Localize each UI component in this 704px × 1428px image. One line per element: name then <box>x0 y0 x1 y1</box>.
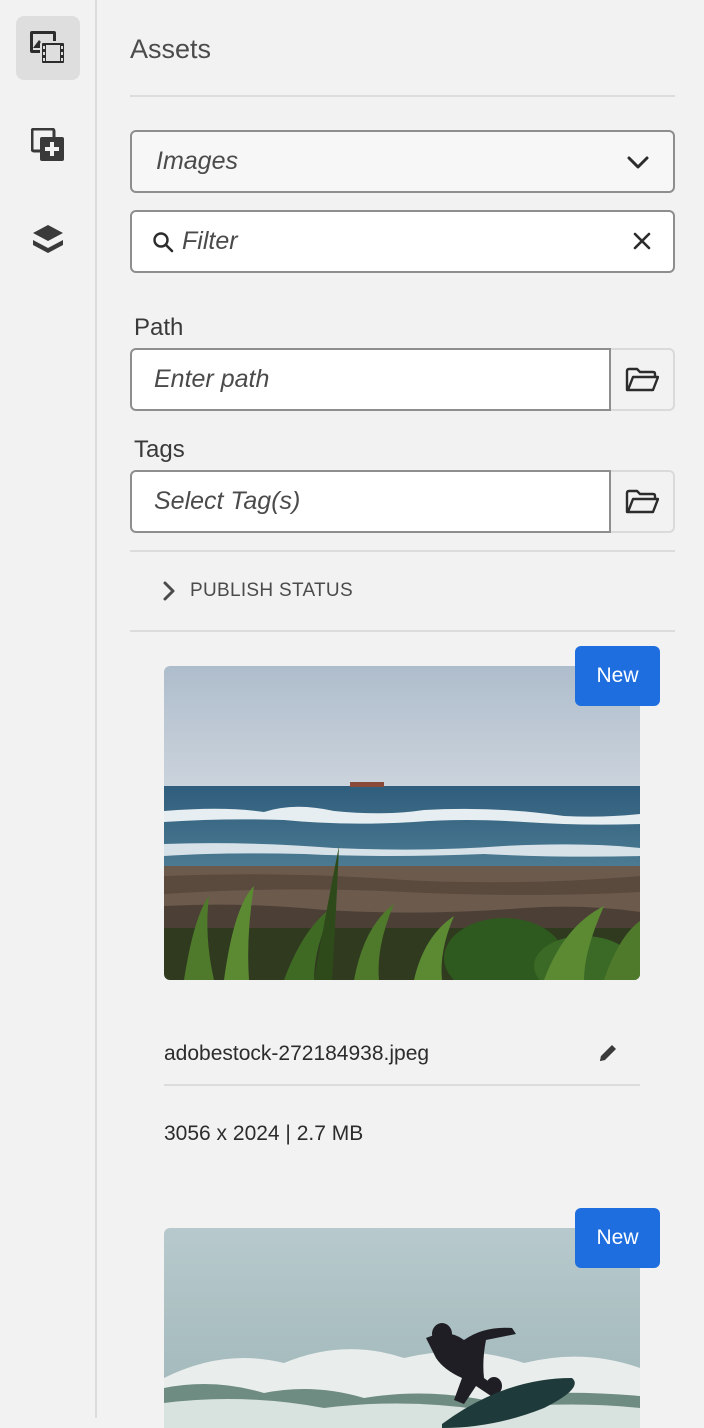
folder-open-icon <box>625 367 659 391</box>
asset-type-value: Images <box>156 147 238 175</box>
path-browse-button[interactable] <box>611 348 675 411</box>
tags-label: Tags <box>134 436 185 463</box>
rail-button-layers[interactable] <box>16 207 80 271</box>
clear-icon[interactable] <box>633 232 651 250</box>
publish-status-accordion[interactable]: PUBLISH STATUS <box>130 552 675 630</box>
asset-meta: 3056 x 2024 | 2.7 MB <box>164 1122 364 1145</box>
divider <box>164 1084 640 1086</box>
divider <box>130 95 675 97</box>
search-icon <box>153 231 174 252</box>
path-label: Path <box>134 314 184 341</box>
filter-input[interactable]: Filter <box>182 227 238 256</box>
side-rail <box>0 0 97 1418</box>
chevron-down-icon <box>627 156 649 169</box>
publish-status-label: PUBLISH STATUS <box>190 580 353 601</box>
assets-icon <box>30 31 66 65</box>
coastline-photo <box>164 666 640 980</box>
rail-button-components[interactable] <box>16 113 80 177</box>
rail-button-assets[interactable] <box>16 16 80 80</box>
divider <box>130 630 675 632</box>
panel-title: Assets <box>130 34 212 64</box>
asset-type-select[interactable]: Images <box>130 130 675 193</box>
path-placeholder: Enter path <box>154 365 270 393</box>
path-field: Enter path <box>130 348 675 411</box>
components-icon <box>31 128 64 161</box>
new-badge: New <box>575 1208 660 1268</box>
new-badge: New <box>575 646 660 706</box>
surfer-photo <box>164 1228 640 1428</box>
folder-open-icon <box>625 489 659 513</box>
path-input[interactable]: Enter path <box>130 348 611 411</box>
asset-thumbnail[interactable] <box>164 666 640 980</box>
tags-field: Select Tag(s) <box>130 470 675 533</box>
edit-icon[interactable] <box>597 1042 619 1064</box>
chevron-right-icon <box>163 581 175 601</box>
asset-thumbnail[interactable] <box>164 1228 640 1428</box>
tags-input[interactable]: Select Tag(s) <box>130 470 611 533</box>
filter-field[interactable]: Filter <box>130 210 675 273</box>
tags-placeholder: Select Tag(s) <box>154 487 301 515</box>
asset-filename: adobestock-272184938.jpeg <box>164 1042 430 1065</box>
tags-browse-button[interactable] <box>611 470 675 533</box>
layers-icon <box>33 225 63 253</box>
